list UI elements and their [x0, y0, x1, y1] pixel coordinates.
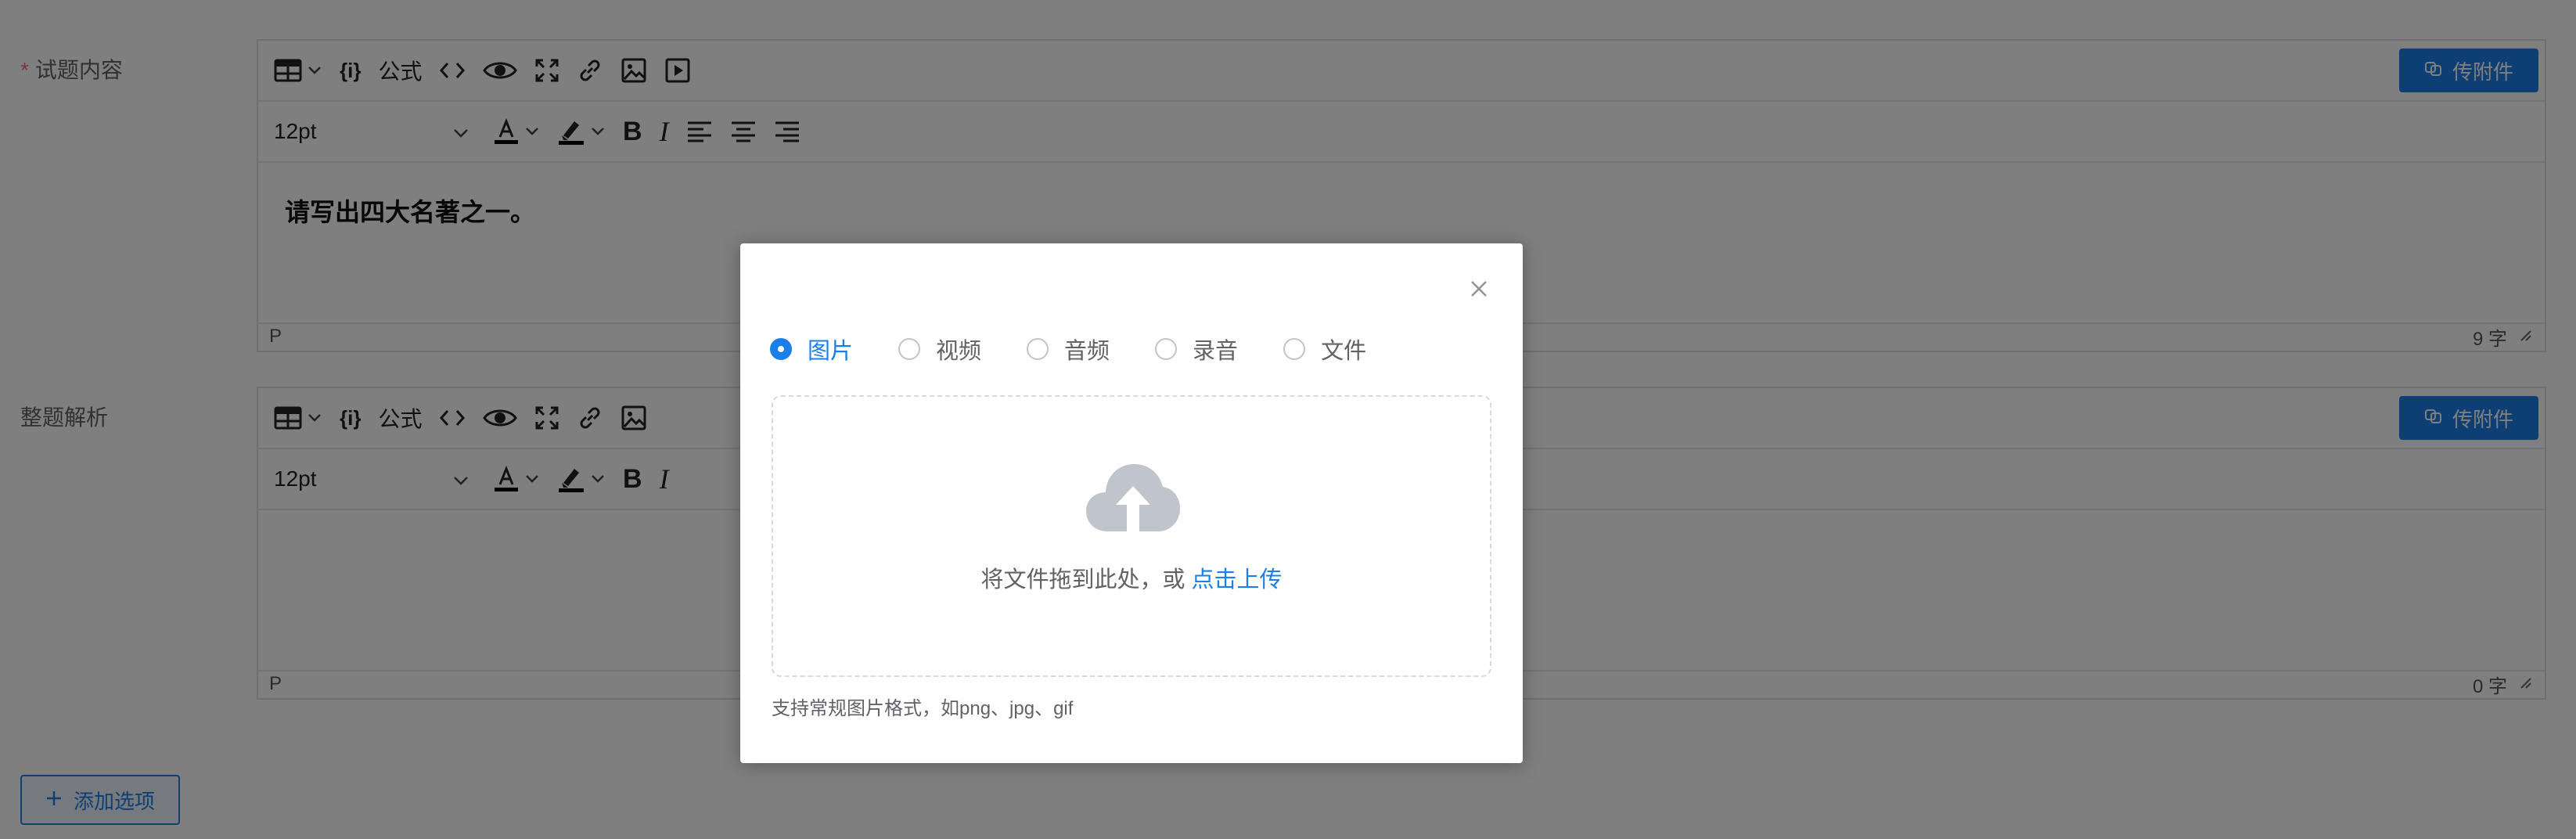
upload-dropzone[interactable]: 将文件拖到此处，或 点击上传	[772, 395, 1491, 677]
upload-tip: 支持常规图片格式，如png、jpg、gif	[772, 698, 1074, 719]
upload-prompt: 将文件拖到此处，或 点击上传	[980, 567, 1283, 592]
cloud-upload-icon	[1085, 461, 1182, 540]
radio-circle	[1155, 338, 1178, 360]
radio-audio[interactable]: 音频	[1027, 333, 1110, 365]
radio-image[interactable]: 图片	[770, 333, 853, 365]
media-type-radio-group: 图片 视频 音频 录音 文件	[770, 333, 1412, 365]
radio-video[interactable]: 视频	[898, 333, 981, 365]
radio-circle	[770, 338, 792, 360]
radio-recording[interactable]: 录音	[1155, 333, 1238, 365]
close-button[interactable]	[1466, 276, 1491, 301]
radio-circle	[1283, 338, 1306, 360]
radio-circle	[898, 338, 921, 360]
click-upload-link[interactable]: 点击上传	[1192, 567, 1283, 592]
close-icon	[1466, 281, 1491, 304]
radio-circle	[1027, 338, 1049, 360]
radio-file[interactable]: 文件	[1283, 333, 1366, 365]
upload-dialog: 图片 视频 音频 录音 文件 将文件拖到此处，或 点击上传 支持常规图片格式，如…	[740, 243, 1523, 763]
